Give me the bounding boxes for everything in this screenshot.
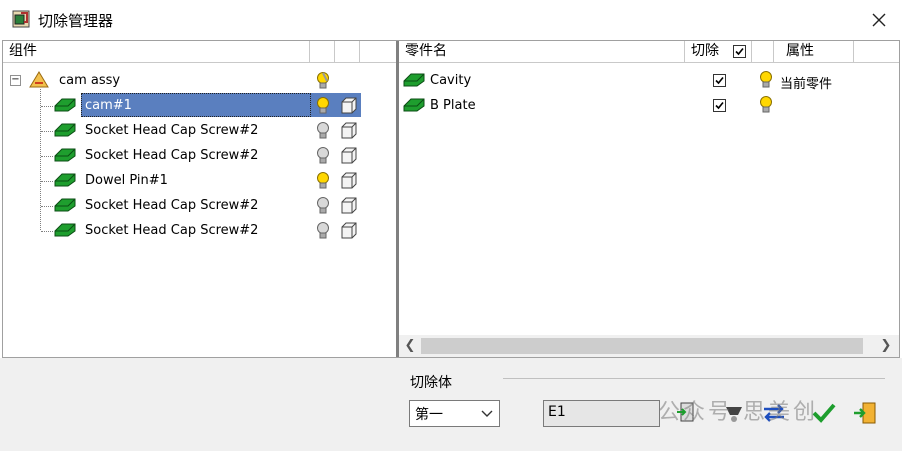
- part-icon: [54, 98, 76, 116]
- lightbulb-off-icon[interactable]: [316, 146, 330, 170]
- tree-item[interactable]: Socket Head Cap Screw#2: [3, 194, 396, 219]
- tree-item-label: cam#1: [85, 98, 132, 113]
- cut-checkbox[interactable]: [713, 74, 726, 87]
- assembly-icon: [29, 71, 49, 93]
- lightbulb-off-icon[interactable]: [316, 121, 330, 145]
- cube-icon[interactable]: [340, 97, 358, 119]
- cube-icon[interactable]: [340, 222, 358, 244]
- scroll-left-icon[interactable]: ❮: [401, 337, 419, 355]
- cube-icon[interactable]: [340, 147, 358, 169]
- title-bar: 切除管理器: [0, 0, 902, 40]
- tree-connector: [41, 206, 53, 207]
- component-tree-pane: 组件 − cam assy cam#1 Socket Head Cap Scre…: [3, 41, 396, 357]
- cut-body-value: E1: [548, 404, 566, 420]
- part-name: Cavity: [430, 73, 472, 88]
- lightbulb-icon[interactable]: [316, 171, 330, 195]
- cut-body-select[interactable]: 第一: [409, 400, 500, 427]
- scroll-right-icon[interactable]: ❯: [877, 337, 895, 355]
- tree-item[interactable]: Dowel Pin#1: [3, 169, 396, 194]
- lightbulb-icon[interactable]: [759, 70, 773, 94]
- tree-connector: [41, 106, 53, 107]
- lightbulb-icon[interactable]: [759, 95, 773, 119]
- horizontal-scrollbar[interactable]: ❮ ❯: [399, 335, 899, 357]
- checkmark-icon: [715, 101, 724, 110]
- close-icon: [872, 13, 886, 27]
- checkmark-icon: [715, 76, 724, 85]
- content-frame: 组件 − cam assy cam#1 Socket Head Cap Scre…: [2, 40, 900, 358]
- watermark: 公众号 思美创: [658, 400, 818, 425]
- tree-item-label: Socket Head Cap Screw#2: [85, 223, 259, 238]
- part-row[interactable]: Cavity 当前零件: [399, 69, 899, 94]
- cut-checkbox[interactable]: [713, 99, 726, 112]
- tree-item[interactable]: Socket Head Cap Screw#2: [3, 144, 396, 169]
- tree-connector: [41, 131, 53, 132]
- column-header-cut[interactable]: 切除: [685, 41, 752, 63]
- lightbulb-icon[interactable]: [316, 96, 330, 120]
- lightbulb-off-icon[interactable]: [316, 221, 330, 245]
- part-row[interactable]: B Plate: [399, 94, 899, 119]
- cut-body-panel: 切除体 第一 E1 公众号 思美创: [0, 358, 902, 451]
- tree-root-row[interactable]: cam assy: [3, 69, 396, 94]
- exit-button[interactable]: [851, 399, 879, 427]
- exit-door-icon: [854, 402, 876, 424]
- cut-header-label: 切除: [691, 43, 719, 59]
- parts-list-pane: 零件名 切除 属性 Cavity 当前零件 B Plate ❮ ❯: [399, 41, 899, 357]
- lightbulb-icon[interactable]: [316, 71, 330, 95]
- tree-connector: [41, 231, 53, 232]
- column-header-components[interactable]: 组件: [3, 41, 310, 63]
- cube-icon[interactable]: [340, 122, 358, 144]
- column-header-body[interactable]: [335, 41, 360, 63]
- tree-item[interactable]: cam#1: [3, 94, 396, 119]
- lightbulb-off-icon[interactable]: [316, 196, 330, 220]
- tree-item[interactable]: Socket Head Cap Screw#2: [3, 219, 396, 244]
- column-header-part-name[interactable]: 零件名: [399, 41, 685, 63]
- tree-connector: [41, 156, 53, 157]
- checkmark-icon: [735, 47, 744, 56]
- cut-body-field[interactable]: E1: [543, 400, 660, 427]
- part-icon: [54, 123, 76, 141]
- tree-connector: [41, 181, 53, 182]
- column-header-attribute[interactable]: 属性: [774, 41, 854, 63]
- tree-item-label: Socket Head Cap Screw#2: [85, 198, 259, 213]
- cube-icon[interactable]: [340, 197, 358, 219]
- cut-all-checkbox[interactable]: [733, 45, 746, 58]
- scrollbar-thumb[interactable]: [421, 338, 863, 354]
- part-icon: [54, 173, 76, 191]
- part-icon: [403, 73, 425, 91]
- tree-item-label: Socket Head Cap Screw#2: [85, 123, 259, 138]
- cube-icon[interactable]: [340, 172, 358, 194]
- chevron-down-icon: [481, 410, 493, 417]
- part-icon: [54, 148, 76, 166]
- tree-root-label: cam assy: [59, 73, 121, 88]
- app-icon: [12, 10, 30, 28]
- group-divider: [503, 378, 885, 379]
- tree-item-label: Dowel Pin#1: [85, 173, 168, 188]
- combo-value: 第一: [415, 407, 443, 423]
- part-attribute: 当前零件: [780, 77, 833, 92]
- tree-item-label: Socket Head Cap Screw#2: [85, 148, 259, 163]
- tree-header: 组件: [3, 41, 396, 63]
- part-name: B Plate: [430, 98, 476, 113]
- part-icon: [403, 98, 425, 116]
- close-button[interactable]: [856, 0, 902, 40]
- tree-item[interactable]: Socket Head Cap Screw#2: [3, 119, 396, 144]
- window-title: 切除管理器: [38, 12, 114, 30]
- group-label: 切除体: [410, 375, 452, 391]
- part-icon: [54, 223, 76, 241]
- part-icon: [54, 198, 76, 216]
- column-header-bulb[interactable]: [310, 41, 335, 63]
- column-header-spacer: [752, 41, 774, 63]
- parts-header: 零件名 切除 属性: [399, 41, 899, 63]
